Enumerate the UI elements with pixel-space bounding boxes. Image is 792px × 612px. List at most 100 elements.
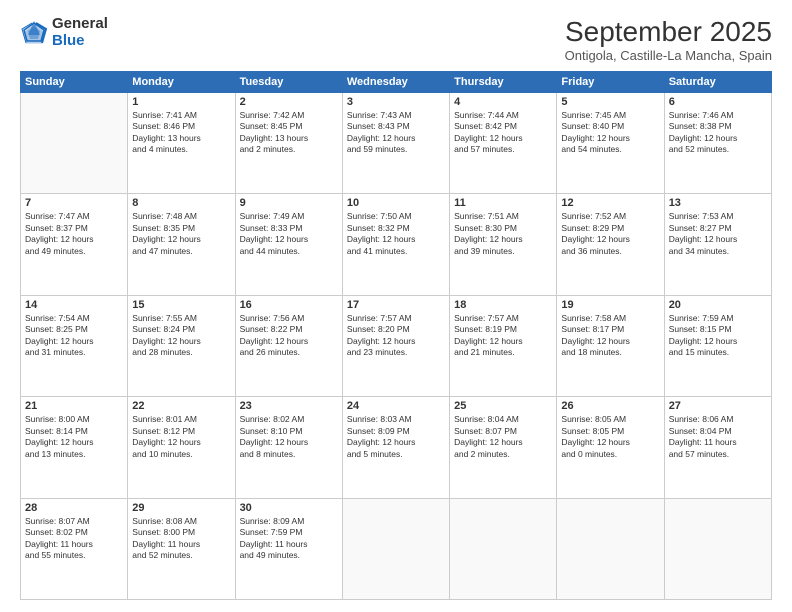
day-number: 19	[561, 299, 659, 311]
calendar-week-row: 21 Sunrise: 8:00 AM Sunset: 8:14 PM Dayli…	[21, 397, 772, 498]
day-info: Sunrise: 8:00 AM Sunset: 8:14 PM Dayligh…	[25, 414, 123, 460]
day-info: Sunrise: 8:08 AM Sunset: 8:00 PM Dayligh…	[132, 516, 230, 562]
day-info: Sunrise: 7:42 AM Sunset: 8:45 PM Dayligh…	[240, 110, 338, 156]
day-info: Sunrise: 7:46 AM Sunset: 8:38 PM Dayligh…	[669, 110, 767, 156]
calendar-cell	[450, 498, 557, 599]
calendar-cell: 25 Sunrise: 8:04 AM Sunset: 8:07 PM Dayli…	[450, 397, 557, 498]
calendar-week-row: 14Sunrise: 7:54 AM Sunset: 8:25 PM Dayli…	[21, 295, 772, 396]
day-number: 10	[347, 197, 445, 209]
logo-text: General Blue	[52, 16, 108, 49]
day-info: Sunrise: 7:50 AM Sunset: 8:32 PM Dayligh…	[347, 211, 445, 257]
day-number: 25	[454, 400, 552, 412]
day-info: Sunrise: 8:04 AM Sunset: 8:07 PM Dayligh…	[454, 414, 552, 460]
day-number: 27	[669, 400, 767, 412]
day-number: 3	[347, 96, 445, 108]
calendar-cell: 12 Sunrise: 7:52 AM Sunset: 8:29 PM Dayli…	[557, 194, 664, 295]
day-info: Sunrise: 8:06 AM Sunset: 8:04 PM Dayligh…	[669, 414, 767, 460]
logo: General Blue	[20, 16, 108, 49]
logo-icon	[20, 19, 48, 47]
day-number: 4	[454, 96, 552, 108]
day-info: Sunrise: 7:45 AM Sunset: 8:40 PM Dayligh…	[561, 110, 659, 156]
calendar-cell: 9 Sunrise: 7:49 AM Sunset: 8:33 PM Daylig…	[235, 194, 342, 295]
day-number: 11	[454, 197, 552, 209]
day-info: Sunrise: 8:05 AM Sunset: 8:05 PM Dayligh…	[561, 414, 659, 460]
day-info: Sunrise: 7:49 AM Sunset: 8:33 PM Dayligh…	[240, 211, 338, 257]
calendar-cell	[342, 498, 449, 599]
calendar-week-row: 7Sunrise: 7:47 AM Sunset: 8:37 PM Daylig…	[21, 194, 772, 295]
calendar-cell	[21, 93, 128, 194]
day-number: 23	[240, 400, 338, 412]
calendar-day-header: Monday	[128, 72, 235, 93]
logo-blue: Blue	[52, 33, 108, 50]
day-number: 12	[561, 197, 659, 209]
day-info: Sunrise: 7:43 AM Sunset: 8:43 PM Dayligh…	[347, 110, 445, 156]
day-info: Sunrise: 8:02 AM Sunset: 8:10 PM Dayligh…	[240, 414, 338, 460]
calendar-header-row: SundayMondayTuesdayWednesdayThursdayFrid…	[21, 72, 772, 93]
day-number: 14	[25, 299, 123, 311]
header: General Blue September 2025 Ontigola, Ca…	[20, 16, 772, 63]
day-info: Sunrise: 8:09 AM Sunset: 7:59 PM Dayligh…	[240, 516, 338, 562]
day-info: Sunrise: 7:57 AM Sunset: 8:19 PM Dayligh…	[454, 313, 552, 359]
calendar-cell: 16Sunrise: 7:56 AM Sunset: 8:22 PM Dayli…	[235, 295, 342, 396]
day-number: 15	[132, 299, 230, 311]
calendar-week-row: 28Sunrise: 8:07 AM Sunset: 8:02 PM Dayli…	[21, 498, 772, 599]
calendar-cell: 14Sunrise: 7:54 AM Sunset: 8:25 PM Dayli…	[21, 295, 128, 396]
logo-general: General	[52, 16, 108, 33]
day-number: 21	[25, 400, 123, 412]
day-number: 22	[132, 400, 230, 412]
day-number: 18	[454, 299, 552, 311]
calendar-day-header: Thursday	[450, 72, 557, 93]
calendar-cell: 30 Sunrise: 8:09 AM Sunset: 7:59 PM Dayli…	[235, 498, 342, 599]
day-info: Sunrise: 8:03 AM Sunset: 8:09 PM Dayligh…	[347, 414, 445, 460]
day-info: Sunrise: 7:56 AM Sunset: 8:22 PM Dayligh…	[240, 313, 338, 359]
calendar-cell: 20Sunrise: 7:59 AM Sunset: 8:15 PM Dayli…	[664, 295, 771, 396]
calendar-cell: 5 Sunrise: 7:45 AM Sunset: 8:40 PM Daylig…	[557, 93, 664, 194]
title-block: September 2025 Ontigola, Castille-La Man…	[565, 16, 772, 63]
calendar-cell: 19 Sunrise: 7:58 AM Sunset: 8:17 PM Dayli…	[557, 295, 664, 396]
day-info: Sunrise: 7:41 AM Sunset: 8:46 PM Dayligh…	[132, 110, 230, 156]
day-number: 5	[561, 96, 659, 108]
day-number: 29	[132, 502, 230, 514]
calendar-cell: 11 Sunrise: 7:51 AM Sunset: 8:30 PM Dayli…	[450, 194, 557, 295]
calendar-table: SundayMondayTuesdayWednesdayThursdayFrid…	[20, 71, 772, 600]
day-info: Sunrise: 7:52 AM Sunset: 8:29 PM Dayligh…	[561, 211, 659, 257]
day-info: Sunrise: 7:57 AM Sunset: 8:20 PM Dayligh…	[347, 313, 445, 359]
calendar-cell	[664, 498, 771, 599]
calendar-week-row: 1Sunrise: 7:41 AM Sunset: 8:46 PM Daylig…	[21, 93, 772, 194]
calendar-cell: 24 Sunrise: 8:03 AM Sunset: 8:09 PM Dayli…	[342, 397, 449, 498]
calendar-cell: 18 Sunrise: 7:57 AM Sunset: 8:19 PM Dayli…	[450, 295, 557, 396]
day-info: Sunrise: 7:51 AM Sunset: 8:30 PM Dayligh…	[454, 211, 552, 257]
calendar-cell: 28Sunrise: 8:07 AM Sunset: 8:02 PM Dayli…	[21, 498, 128, 599]
calendar-cell: 8 Sunrise: 7:48 AM Sunset: 8:35 PM Daylig…	[128, 194, 235, 295]
day-number: 8	[132, 197, 230, 209]
calendar-cell: 23 Sunrise: 8:02 AM Sunset: 8:10 PM Dayli…	[235, 397, 342, 498]
calendar-cell: 10 Sunrise: 7:50 AM Sunset: 8:32 PM Dayli…	[342, 194, 449, 295]
calendar-cell: 2Sunrise: 7:42 AM Sunset: 8:45 PM Daylig…	[235, 93, 342, 194]
day-number: 26	[561, 400, 659, 412]
calendar-cell: 13Sunrise: 7:53 AM Sunset: 8:27 PM Dayli…	[664, 194, 771, 295]
day-number: 20	[669, 299, 767, 311]
month-title: September 2025	[565, 16, 772, 48]
location: Ontigola, Castille-La Mancha, Spain	[565, 48, 772, 63]
day-number: 6	[669, 96, 767, 108]
day-info: Sunrise: 7:58 AM Sunset: 8:17 PM Dayligh…	[561, 313, 659, 359]
calendar-cell: 27 Sunrise: 8:06 AM Sunset: 8:04 PM Dayli…	[664, 397, 771, 498]
day-number: 24	[347, 400, 445, 412]
calendar-day-header: Tuesday	[235, 72, 342, 93]
calendar-cell: 7Sunrise: 7:47 AM Sunset: 8:37 PM Daylig…	[21, 194, 128, 295]
calendar-cell: 15Sunrise: 7:55 AM Sunset: 8:24 PM Dayli…	[128, 295, 235, 396]
day-info: Sunrise: 7:53 AM Sunset: 8:27 PM Dayligh…	[669, 211, 767, 257]
day-number: 30	[240, 502, 338, 514]
calendar-cell: 22 Sunrise: 8:01 AM Sunset: 8:12 PM Dayli…	[128, 397, 235, 498]
day-info: Sunrise: 8:01 AM Sunset: 8:12 PM Dayligh…	[132, 414, 230, 460]
day-info: Sunrise: 7:47 AM Sunset: 8:37 PM Dayligh…	[25, 211, 123, 257]
day-info: Sunrise: 7:48 AM Sunset: 8:35 PM Dayligh…	[132, 211, 230, 257]
calendar-cell: 3 Sunrise: 7:43 AM Sunset: 8:43 PM Daylig…	[342, 93, 449, 194]
calendar-cell: 26 Sunrise: 8:05 AM Sunset: 8:05 PM Dayli…	[557, 397, 664, 498]
calendar-cell: 17Sunrise: 7:57 AM Sunset: 8:20 PM Dayli…	[342, 295, 449, 396]
calendar-day-header: Sunday	[21, 72, 128, 93]
calendar-cell: 21 Sunrise: 8:00 AM Sunset: 8:14 PM Dayli…	[21, 397, 128, 498]
day-number: 28	[25, 502, 123, 514]
day-number: 9	[240, 197, 338, 209]
calendar-day-header: Friday	[557, 72, 664, 93]
